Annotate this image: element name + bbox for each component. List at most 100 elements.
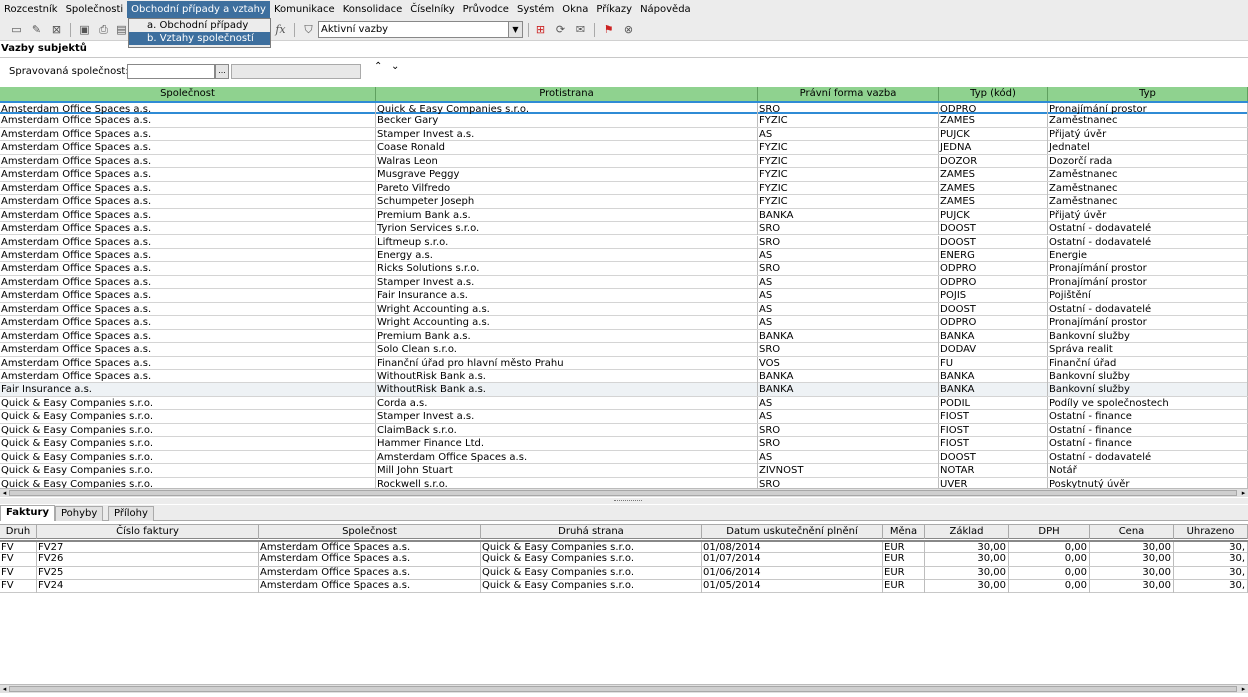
table-row[interactable]: Amsterdam Office Spaces a.s. Tyrion Servi… bbox=[0, 222, 1248, 236]
column-header-cislo-faktury[interactable]: Číslo faktury bbox=[37, 525, 259, 539]
column-header-typ-kod[interactable]: Typ (kód) bbox=[939, 87, 1048, 101]
company-browse-button[interactable]: ... bbox=[215, 64, 229, 79]
edit-icon[interactable]: ✎ bbox=[30, 23, 43, 36]
column-header-druh[interactable]: Druh bbox=[0, 525, 37, 539]
column-header-pravni-forma-vazba[interactable]: Právní forma vazba bbox=[758, 87, 939, 101]
main-horizontal-scrollbar[interactable]: ◂ ▸ bbox=[0, 488, 1248, 497]
table-row[interactable]: Quick & Easy Companies s.r.o. Hammer Fina… bbox=[0, 437, 1248, 451]
splitter-grip[interactable] bbox=[614, 500, 642, 502]
save-icon[interactable]: ▣ bbox=[78, 23, 91, 36]
table-row[interactable]: Amsterdam Office Spaces a.s. Stamper Inve… bbox=[0, 127, 1248, 142]
filter-select[interactable]: Aktivní vazby ▼ bbox=[318, 21, 523, 38]
tab-faktury[interactable]: Faktury bbox=[0, 505, 55, 521]
table-row[interactable]: FV FV25 Amsterdam Office Spaces a.s. Quick … bbox=[0, 566, 1248, 580]
cell-spolecnost: Amsterdam Office Spaces a.s. bbox=[259, 566, 481, 580]
new-icon[interactable]: ▭ bbox=[10, 23, 23, 36]
cell-uhrazeno: 30, bbox=[1174, 579, 1248, 593]
column-header-spolecnost[interactable]: Společnost bbox=[0, 87, 376, 101]
table-row[interactable]: Amsterdam Office Spaces a.s. Premium Bank… bbox=[0, 208, 1248, 223]
menu-okna[interactable]: Okna bbox=[558, 1, 592, 18]
pane-splitter[interactable] bbox=[0, 498, 1248, 504]
cell-mena: EUR bbox=[883, 566, 925, 580]
cell-typ: Ostatní - dodavatelé bbox=[1048, 235, 1248, 249]
delete-icon[interactable]: ⊠ bbox=[50, 23, 63, 36]
table-row[interactable]: Amsterdam Office Spaces a.s. Premium Bank… bbox=[0, 329, 1248, 344]
comment-icon[interactable]: ✉ bbox=[574, 23, 587, 36]
table-row[interactable]: Amsterdam Office Spaces a.s. Walras Leon F… bbox=[0, 154, 1248, 169]
cell-spolecnost: Amsterdam Office Spaces a.s. bbox=[0, 114, 376, 128]
table-row[interactable]: Amsterdam Office Spaces a.s. Wright Accou… bbox=[0, 302, 1248, 317]
print-icon[interactable]: ⎙ bbox=[97, 23, 110, 36]
menu-prikazy[interactable]: Příkazy bbox=[592, 1, 636, 18]
menu-obchodni-pripady-a-vztahy[interactable]: Obchodní případy a vztahy bbox=[127, 1, 270, 18]
table-row[interactable]: Amsterdam Office Spaces a.s. Wright Accou… bbox=[0, 316, 1248, 330]
table-row[interactable]: Amsterdam Office Spaces a.s. Coase Ronald… bbox=[0, 141, 1248, 155]
menu-spolecnosti[interactable]: Společnosti bbox=[62, 1, 128, 18]
scroll-left-icon[interactable]: ◂ bbox=[0, 685, 9, 693]
bottom-horizontal-scrollbar[interactable]: ◂ ▸ bbox=[0, 684, 1248, 693]
table-row[interactable]: Quick & Easy Companies s.r.o. ClaimBack s… bbox=[0, 423, 1248, 438]
menu-system[interactable]: Systém bbox=[513, 1, 558, 18]
table-row[interactable]: Amsterdam Office Spaces a.s. WithoutRisk … bbox=[0, 370, 1248, 384]
table-row[interactable]: Amsterdam Office Spaces a.s. Finanční úřa… bbox=[0, 356, 1248, 370]
column-header-uhrazeno[interactable]: Uhrazeno bbox=[1174, 525, 1248, 539]
table-row[interactable]: Amsterdam Office Spaces a.s. Energy a.s. A… bbox=[0, 248, 1248, 263]
cell-typ-kod: JEDNA bbox=[939, 141, 1048, 155]
dropdown-item-b-vztahy-spolecnosti[interactable]: b. Vztahy společností bbox=[129, 32, 270, 45]
menu-pruvodce[interactable]: Průvodce bbox=[459, 1, 513, 18]
formula-icon[interactable]: fx bbox=[274, 23, 287, 36]
filter-icon[interactable]: ⛉ bbox=[302, 23, 315, 36]
column-header-druha-strana[interactable]: Druhá strana bbox=[481, 525, 702, 539]
table-row[interactable]: Amsterdam Office Spaces a.s. Musgrave Peg… bbox=[0, 168, 1248, 182]
column-header-typ[interactable]: Typ bbox=[1048, 87, 1248, 101]
menu-napoveda[interactable]: Nápověda bbox=[636, 1, 695, 18]
close-icon[interactable]: ⊗ bbox=[622, 23, 635, 36]
table-row[interactable]: Amsterdam Office Spaces a.s. Liftmeup s.r… bbox=[0, 235, 1248, 249]
column-header-datum-uskutecneni-plneni[interactable]: Datum uskutečnění plnění bbox=[702, 525, 883, 539]
dropdown-item-a-obchodni-pripady[interactable]: a. Obchodní případy bbox=[129, 19, 270, 32]
chevron-down-icon[interactable]: ▼ bbox=[508, 22, 522, 37]
export-icon[interactable]: ▤ bbox=[115, 23, 128, 36]
column-header-cena[interactable]: Cena bbox=[1090, 525, 1174, 539]
table-row[interactable]: Fair Insurance a.s. WithoutRisk Bank a.s.… bbox=[0, 383, 1248, 397]
table-row[interactable]: FV FV27 Amsterdam Office Spaces a.s. Quick … bbox=[0, 540, 1248, 555]
refresh-icon[interactable]: ⟳ bbox=[554, 23, 567, 36]
table-row[interactable]: Amsterdam Office Spaces a.s. Quick & Easy… bbox=[0, 101, 1248, 116]
table-row[interactable]: Amsterdam Office Spaces a.s. Pareto Vilfr… bbox=[0, 181, 1248, 196]
table-row[interactable]: Quick & Easy Companies s.r.o. Corda a.s. A… bbox=[0, 396, 1248, 411]
tab-prilohy[interactable]: Přílohy bbox=[108, 506, 154, 521]
menu-konsolidace[interactable]: Konsolidace bbox=[339, 1, 407, 18]
column-header-dph[interactable]: DPH bbox=[1009, 525, 1090, 539]
table-row[interactable]: Amsterdam Office Spaces a.s. Fair Insuran… bbox=[0, 289, 1248, 303]
table-row[interactable]: FV FV24 Amsterdam Office Spaces a.s. Quick … bbox=[0, 579, 1248, 594]
column-header-protistrana[interactable]: Protistrana bbox=[376, 87, 758, 101]
table-row[interactable]: FV FV26 Amsterdam Office Spaces a.s. Quick … bbox=[0, 553, 1248, 567]
menu-komunikace[interactable]: Komunikace bbox=[270, 1, 339, 18]
collapse-up-icon[interactable]: ⌃ bbox=[374, 61, 382, 72]
scroll-thumb[interactable] bbox=[9, 686, 1237, 692]
scroll-right-icon[interactable]: ▸ bbox=[1239, 685, 1248, 693]
table-row[interactable]: Amsterdam Office Spaces a.s. Schumpeter J… bbox=[0, 195, 1248, 209]
menu-rozcestnik[interactable]: Rozcestník bbox=[0, 1, 62, 18]
scroll-thumb[interactable] bbox=[9, 490, 1237, 496]
scroll-right-icon[interactable]: ▸ bbox=[1239, 489, 1248, 497]
expand-down-icon[interactable]: ⌄ bbox=[391, 61, 399, 72]
column-header-spolecnost[interactable]: Společnost bbox=[259, 525, 481, 539]
flag-cz-icon[interactable]: ⚑ bbox=[602, 23, 615, 36]
menu-ciselniky[interactable]: Číselníky bbox=[406, 1, 458, 18]
table-row[interactable]: Amsterdam Office Spaces a.s. Solo Clean s… bbox=[0, 343, 1248, 357]
table-row[interactable]: Amsterdam Office Spaces a.s. Stamper Inve… bbox=[0, 275, 1248, 290]
company-filter-input[interactable] bbox=[127, 64, 215, 79]
table-row[interactable]: Quick & Easy Companies s.r.o. Rockwell s.… bbox=[0, 477, 1248, 488]
tab-pohyby[interactable]: Pohyby bbox=[55, 506, 104, 521]
table-row[interactable]: Quick & Easy Companies s.r.o. Mill John S… bbox=[0, 464, 1248, 478]
table-row[interactable]: Quick & Easy Companies s.r.o. Amsterdam O… bbox=[0, 450, 1248, 465]
column-header-mena[interactable]: Měna bbox=[883, 525, 925, 539]
cell-protistrana: Liftmeup s.r.o. bbox=[376, 235, 758, 249]
scroll-left-icon[interactable]: ◂ bbox=[0, 489, 9, 497]
close-filter-icon[interactable]: ⊞ bbox=[534, 23, 547, 36]
table-row[interactable]: Amsterdam Office Spaces a.s. Becker Gary F… bbox=[0, 114, 1248, 128]
table-row[interactable]: Quick & Easy Companies s.r.o. Stamper Inv… bbox=[0, 410, 1248, 424]
column-header-zaklad[interactable]: Základ bbox=[925, 525, 1009, 539]
table-row[interactable]: Amsterdam Office Spaces a.s. Ricks Soluti… bbox=[0, 262, 1248, 276]
